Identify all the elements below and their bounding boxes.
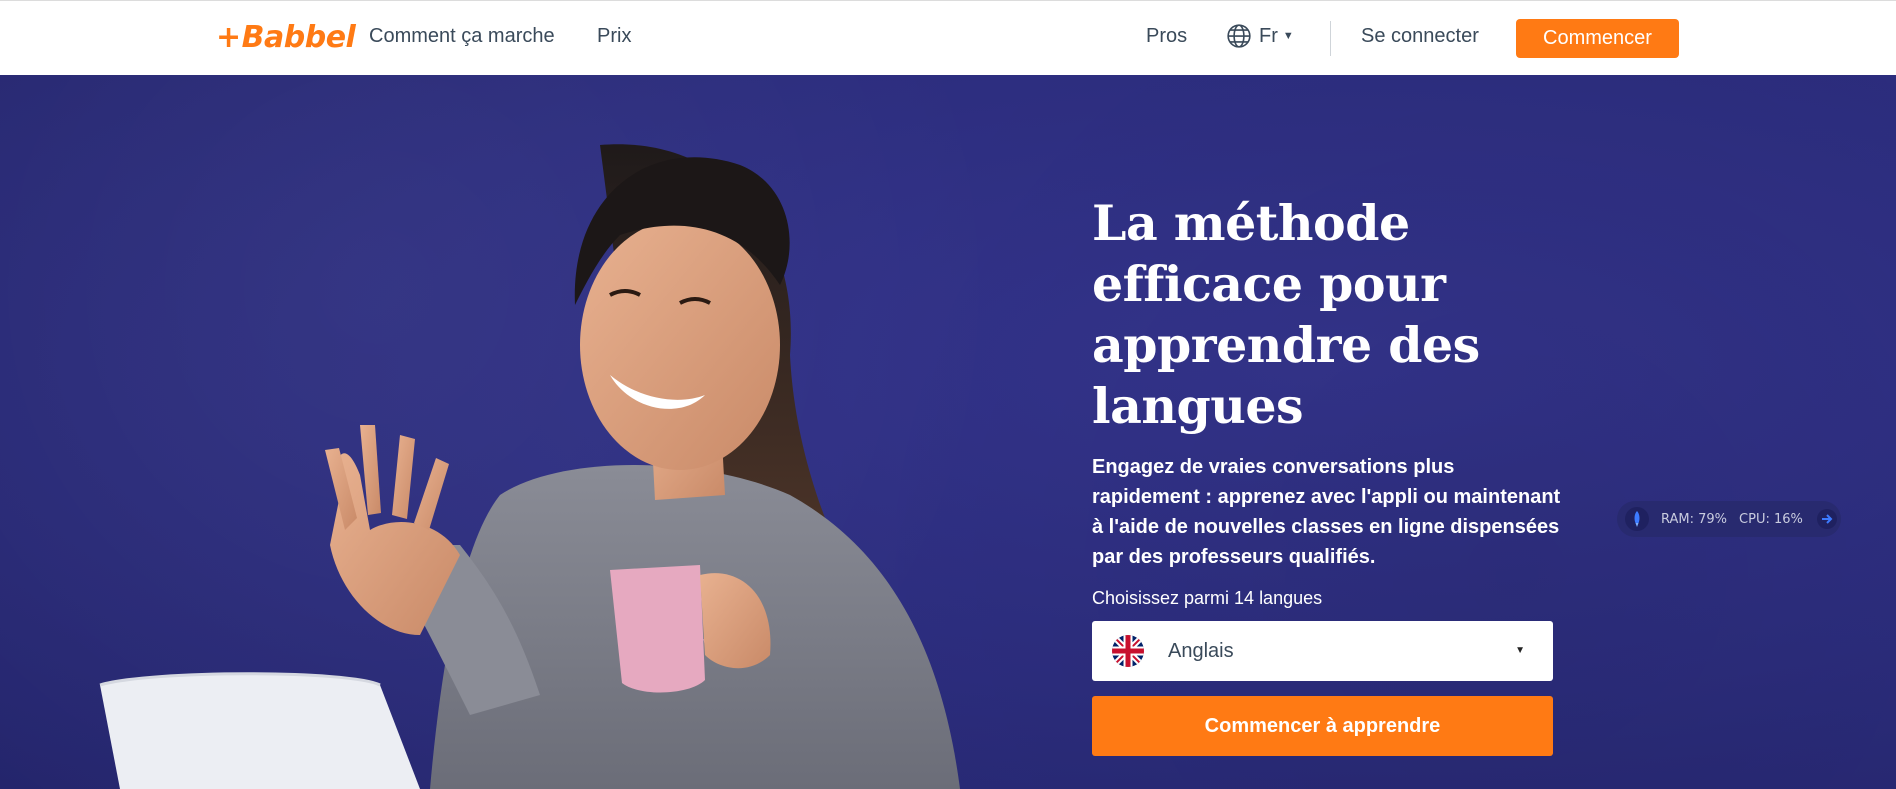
hero-headline: La méthode efficace pour apprendre des l… bbox=[1092, 194, 1480, 435]
language-select[interactable]: Anglais ▼ bbox=[1092, 621, 1553, 681]
uk-flag-icon bbox=[1112, 635, 1144, 667]
nav-pros[interactable]: Pros bbox=[1146, 25, 1187, 48]
language-choice-label: Choisissez parmi 14 langues bbox=[1092, 588, 1323, 608]
language-code: Fr bbox=[1259, 24, 1278, 47]
caret-down-icon: ▼ bbox=[1515, 645, 1525, 656]
selected-language: Anglais bbox=[1168, 639, 1234, 662]
language-switcher[interactable]: Fr ▼ bbox=[1226, 23, 1294, 49]
caret-down-icon: ▼ bbox=[1282, 30, 1294, 42]
nav-divider bbox=[1330, 21, 1331, 56]
cpu-usage: CPU: 16% bbox=[1739, 511, 1803, 527]
top-navigation: + Babbel Comment ça marche Prix Pros Fr … bbox=[0, 0, 1896, 75]
nav-pricing[interactable]: Prix bbox=[597, 25, 631, 48]
arrow-right-icon[interactable] bbox=[1816, 509, 1837, 529]
rocket-icon bbox=[1625, 507, 1649, 531]
performance-widget[interactable]: RAM: 79% CPU: 16% bbox=[1617, 501, 1841, 537]
nav-login[interactable]: Se connecter bbox=[1361, 25, 1479, 48]
logo-text: Babbel bbox=[241, 20, 356, 55]
plus-icon: + bbox=[216, 20, 241, 55]
hero-photo-woman-waving bbox=[99, 144, 960, 789]
nav-how-it-works[interactable]: Comment ça marche bbox=[369, 25, 555, 48]
hero-subtext: Engagez de vraies conversations plus rap… bbox=[1092, 456, 1561, 568]
globe-icon bbox=[1227, 24, 1251, 48]
hero-section: La méthode efficace pour apprendre des l… bbox=[0, 75, 1896, 789]
start-button[interactable]: Commencer bbox=[1516, 19, 1679, 58]
ram-usage: RAM: 79% bbox=[1661, 511, 1728, 527]
start-learning-button[interactable]: Commencer à apprendre bbox=[1092, 696, 1553, 756]
babbel-logo[interactable]: + Babbel bbox=[216, 20, 356, 55]
